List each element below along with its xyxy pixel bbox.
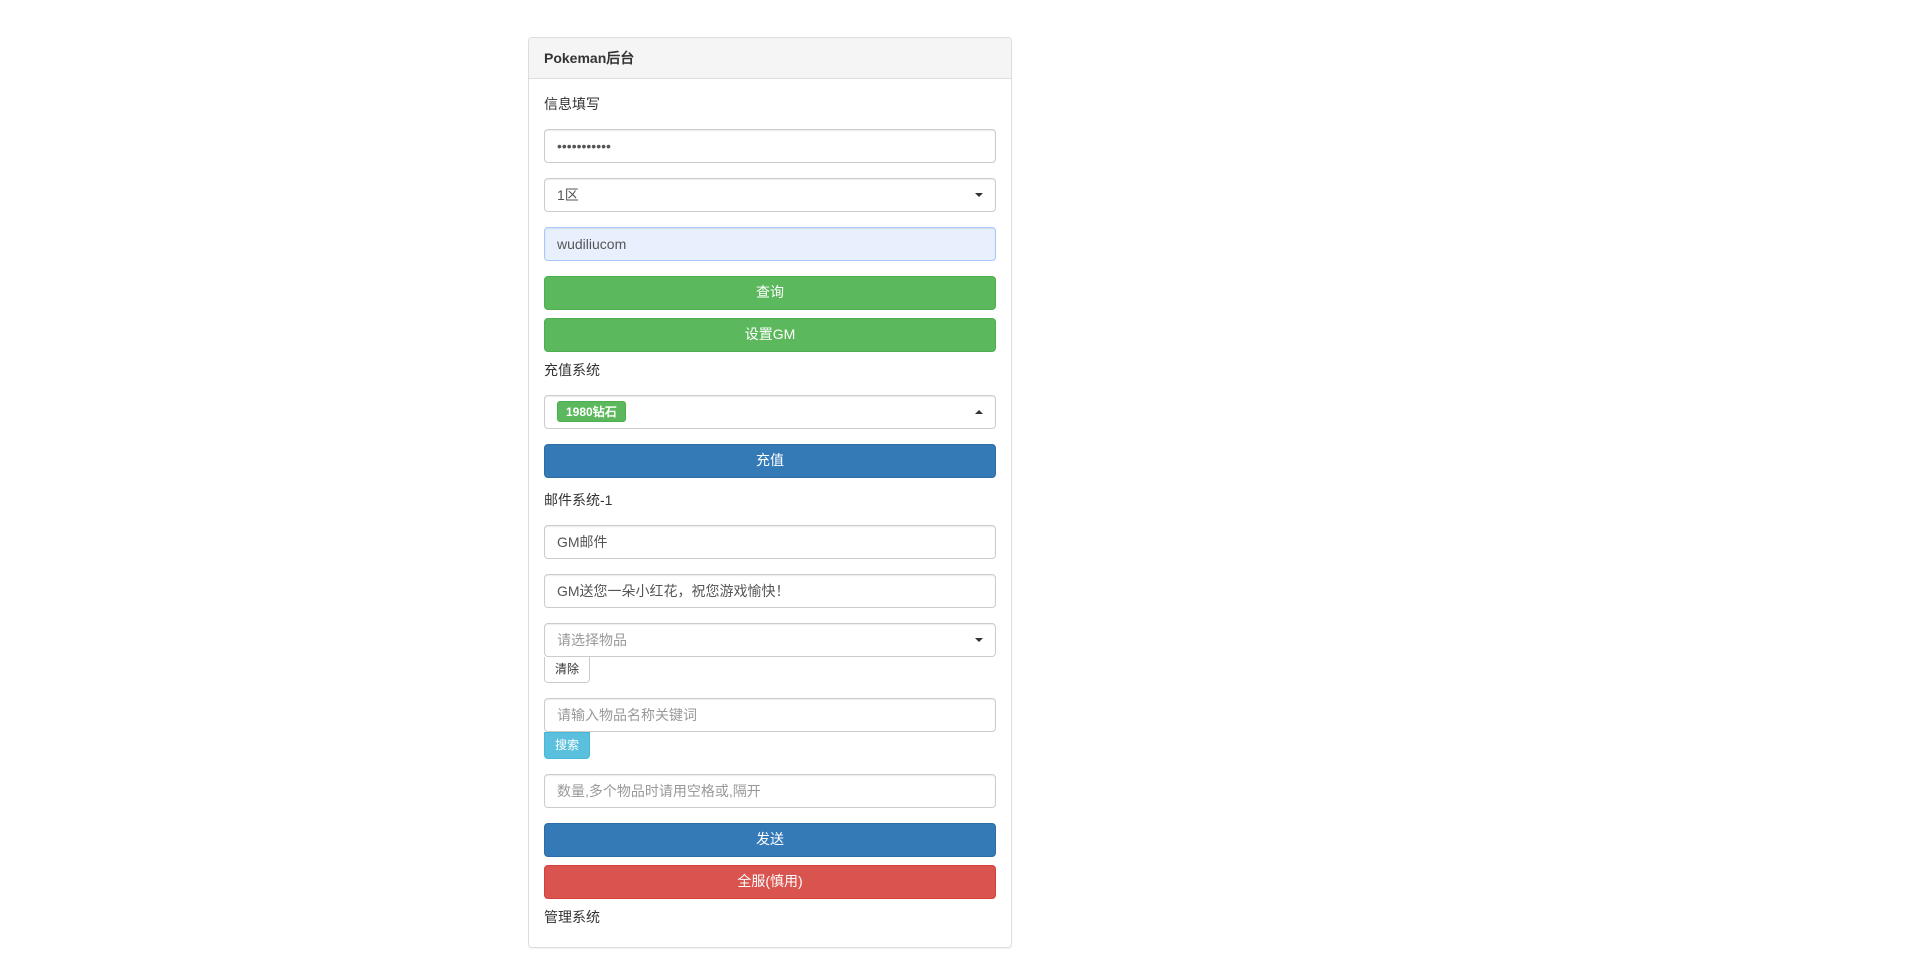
recharge-select-group: 1980钻石	[544, 395, 996, 429]
chevron-up-icon	[975, 410, 983, 414]
mail-section-label-wrap: 邮件系统-1	[544, 490, 996, 510]
recharge-button-wrap: 充值	[544, 444, 996, 478]
manage-section-label-wrap: 管理系统	[544, 907, 996, 927]
recharge-section-label: 充值系统	[544, 360, 996, 380]
info-section-label: 信息填写	[544, 94, 996, 114]
region-select[interactable]: 1区	[544, 178, 996, 212]
info-section-label-wrap: 信息填写	[544, 94, 996, 114]
recharge-select[interactable]: 1980钻石	[544, 395, 996, 429]
mail-section-label: 邮件系统-1	[544, 490, 996, 510]
set-gm-button[interactable]: 设置GM	[544, 318, 996, 352]
item-search-group	[544, 698, 996, 732]
username-group	[544, 227, 996, 261]
quantity-group	[544, 774, 996, 808]
recharge-button[interactable]: 充值	[544, 444, 996, 478]
query-button[interactable]: 查询	[544, 276, 996, 310]
item-select-group: 请选择物品	[544, 623, 996, 657]
username-field[interactable]	[544, 227, 996, 261]
mail-body-field[interactable]	[544, 574, 996, 608]
recharge-selected-pill: 1980钻石	[557, 401, 626, 422]
all-server-button[interactable]: 全服(慎用)	[544, 865, 996, 899]
password-group	[544, 129, 996, 163]
manage-section-label: 管理系统	[544, 907, 996, 927]
chevron-down-icon-2	[975, 638, 983, 642]
region-group: 1区	[544, 178, 996, 212]
region-selected-value: 1区	[557, 185, 579, 205]
item-select-placeholder: 请选择物品	[557, 630, 627, 650]
search-button-wrap: 搜索	[544, 732, 996, 759]
panel-body: 信息填写 1区 查询 设置GM 充值系统 1980钻石	[529, 79, 1011, 947]
password-field[interactable]	[544, 129, 996, 163]
query-button-wrap: 查询	[544, 276, 996, 310]
clear-button-wrap: 清除	[544, 657, 996, 683]
all-server-button-wrap: 全服(慎用)	[544, 865, 996, 899]
clear-button[interactable]: 清除	[544, 657, 590, 683]
recharge-section-label-wrap: 充值系统	[544, 360, 996, 380]
quantity-field[interactable]	[544, 774, 996, 808]
mail-body-group	[544, 574, 996, 608]
search-button[interactable]: 搜索	[544, 732, 590, 759]
panel-title: Pokeman后台	[544, 50, 634, 66]
chevron-down-icon	[975, 193, 983, 197]
admin-panel: Pokeman后台 信息填写 1区 查询 设置GM 充值系统	[528, 37, 1012, 948]
item-search-field[interactable]	[544, 698, 996, 732]
mail-subject-group	[544, 525, 996, 559]
mail-subject-field[interactable]	[544, 525, 996, 559]
gm-button-wrap: 设置GM	[544, 318, 996, 352]
panel-header: Pokeman后台	[529, 38, 1011, 79]
send-button[interactable]: 发送	[544, 823, 996, 857]
send-button-wrap: 发送	[544, 823, 996, 857]
item-select[interactable]: 请选择物品	[544, 623, 996, 657]
